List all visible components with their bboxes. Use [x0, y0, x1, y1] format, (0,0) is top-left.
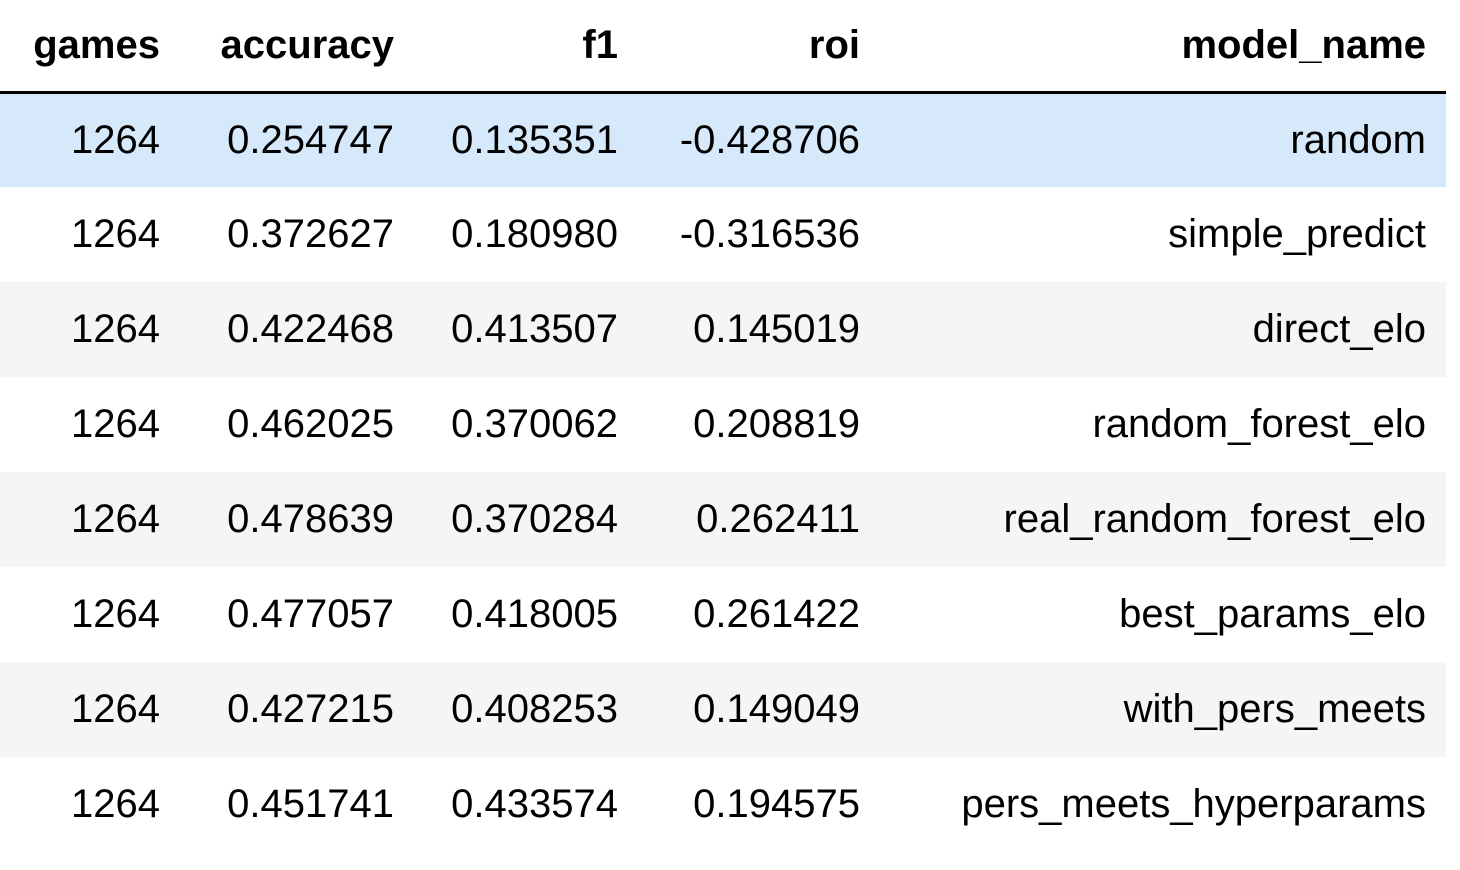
- cell-roi: 0.194575: [638, 757, 880, 852]
- cell-accuracy: 0.451741: [180, 757, 414, 852]
- cell-games: 1264: [0, 92, 180, 187]
- cell-model-name: random: [880, 92, 1446, 187]
- cell-f1: 0.418005: [414, 567, 638, 662]
- cell-accuracy: 0.462025: [180, 377, 414, 472]
- cell-model-name: real_random_forest_elo: [880, 472, 1446, 567]
- table-row[interactable]: 1264 0.477057 0.418005 0.261422 best_par…: [0, 567, 1446, 662]
- table-row[interactable]: 1264 0.427215 0.408253 0.149049 with_per…: [0, 662, 1446, 757]
- cell-accuracy: 0.254747: [180, 92, 414, 187]
- cell-model-name: best_params_elo: [880, 567, 1446, 662]
- cell-model-name: pers_meets_hyperparams: [880, 757, 1446, 852]
- cell-games: 1264: [0, 187, 180, 282]
- results-table: games accuracy f1 roi model_name 1264 0.…: [0, 0, 1446, 852]
- cell-f1: 0.135351: [414, 92, 638, 187]
- cell-roi: 0.149049: [638, 662, 880, 757]
- cell-roi: 0.145019: [638, 282, 880, 377]
- cell-roi: -0.428706: [638, 92, 880, 187]
- table-row[interactable]: 1264 0.462025 0.370062 0.208819 random_f…: [0, 377, 1446, 472]
- header-row: games accuracy f1 roi model_name: [0, 0, 1446, 94]
- table-row[interactable]: 1264 0.451741 0.433574 0.194575 pers_mee…: [0, 757, 1446, 852]
- cell-accuracy: 0.477057: [180, 567, 414, 662]
- cell-games: 1264: [0, 377, 180, 472]
- cell-f1: 0.370284: [414, 472, 638, 567]
- cell-f1: 0.433574: [414, 757, 638, 852]
- cell-accuracy: 0.372627: [180, 187, 414, 282]
- cell-games: 1264: [0, 567, 180, 662]
- table-row[interactable]: 1264 0.422468 0.413507 0.145019 direct_e…: [0, 282, 1446, 377]
- cell-model-name: simple_predict: [880, 187, 1446, 282]
- cell-f1: 0.180980: [414, 187, 638, 282]
- cell-f1: 0.408253: [414, 662, 638, 757]
- dataframe-output: games accuracy f1 roi model_name 1264 0.…: [0, 0, 1446, 852]
- column-header-roi: roi: [638, 0, 880, 94]
- cell-model-name: random_forest_elo: [880, 377, 1446, 472]
- cell-model-name: direct_elo: [880, 282, 1446, 377]
- cell-games: 1264: [0, 282, 180, 377]
- column-header-games: games: [0, 0, 180, 94]
- cell-games: 1264: [0, 472, 180, 567]
- table-body: 1264 0.254747 0.135351 -0.428706 random …: [0, 92, 1446, 852]
- cell-roi: 0.261422: [638, 567, 880, 662]
- column-header-f1: f1: [414, 0, 638, 94]
- cell-f1: 0.413507: [414, 282, 638, 377]
- cell-games: 1264: [0, 662, 180, 757]
- column-header-accuracy: accuracy: [180, 0, 414, 94]
- cell-roi: -0.316536: [638, 187, 880, 282]
- cell-accuracy: 0.478639: [180, 472, 414, 567]
- table-row[interactable]: 1264 0.254747 0.135351 -0.428706 random: [0, 92, 1446, 187]
- column-header-model-name: model_name: [880, 0, 1446, 94]
- table-row[interactable]: 1264 0.372627 0.180980 -0.316536 simple_…: [0, 187, 1446, 282]
- cell-games: 1264: [0, 757, 180, 852]
- cell-f1: 0.370062: [414, 377, 638, 472]
- cell-roi: 0.262411: [638, 472, 880, 567]
- table-header: games accuracy f1 roi model_name: [0, 0, 1446, 94]
- table-row[interactable]: 1264 0.478639 0.370284 0.262411 real_ran…: [0, 472, 1446, 567]
- cell-roi: 0.208819: [638, 377, 880, 472]
- cell-accuracy: 0.427215: [180, 662, 414, 757]
- cell-model-name: with_pers_meets: [880, 662, 1446, 757]
- cell-accuracy: 0.422468: [180, 282, 414, 377]
